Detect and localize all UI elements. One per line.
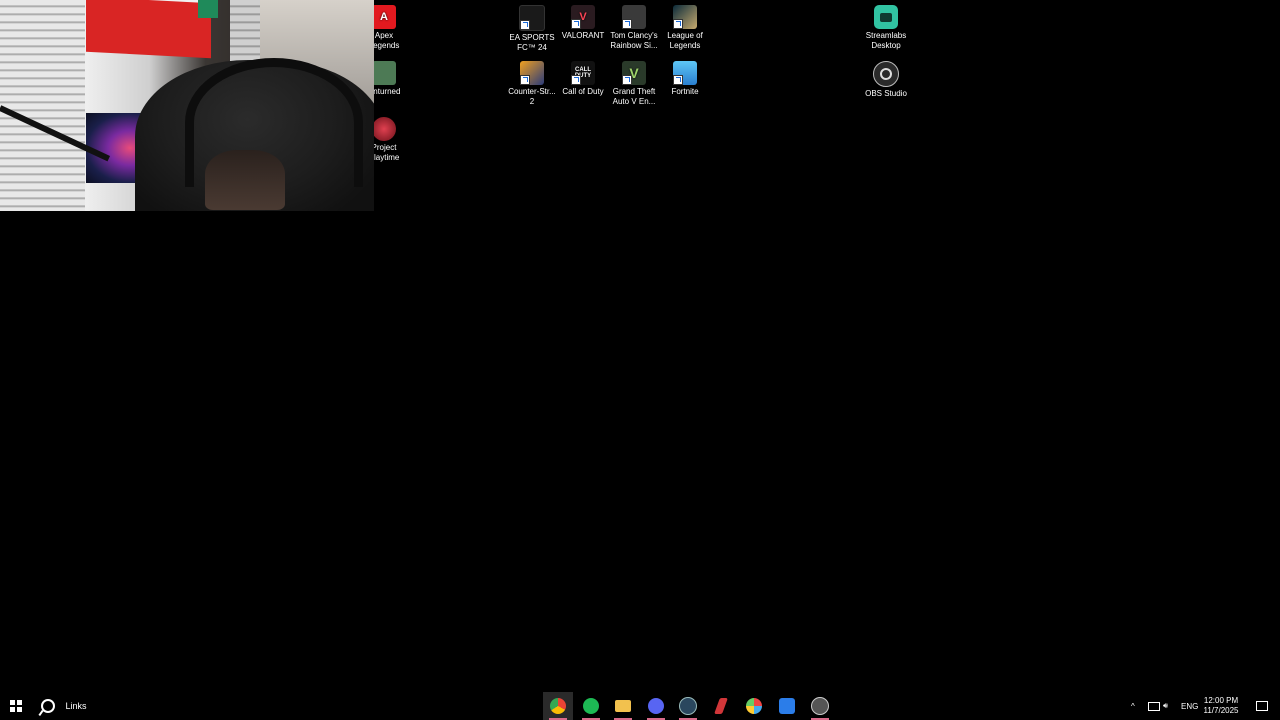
partial-icon-column: A Apex Legends Unturned Project Playtime xyxy=(374,0,414,170)
gta-v-icon: V xyxy=(622,61,646,85)
taskbar-app-spotify[interactable] xyxy=(576,692,606,720)
desktop-icon-league-of-legends[interactable]: League of Legends xyxy=(657,5,713,51)
desktop-icon-unturned[interactable]: Unturned xyxy=(374,61,412,97)
obs-studio-icon xyxy=(873,61,899,87)
window-blinds xyxy=(0,0,85,211)
chrome-icon xyxy=(550,698,566,714)
links-toolbar[interactable]: Links xyxy=(62,692,90,720)
notification-icon xyxy=(1256,701,1268,711)
desktop-icon-call-of-duty[interactable]: CALL DUTY Call of Duty xyxy=(555,61,611,97)
riot-client-icon xyxy=(714,698,728,714)
blue-app-icon xyxy=(779,698,795,714)
desktop-icon-fortnite[interactable]: Fortnite xyxy=(657,61,713,97)
taskbar-app-file-explorer[interactable] xyxy=(608,692,638,720)
desktop-icon-label: Fortnite xyxy=(671,87,699,96)
webcam-overlay xyxy=(0,0,374,211)
flag-stripe-green xyxy=(198,0,218,18)
taskbar-app-riot-client[interactable] xyxy=(706,692,736,720)
desktop-icon-label: Apex Legends xyxy=(374,31,400,50)
discord-icon xyxy=(648,698,664,714)
desktop-icon-label: OBS Studio xyxy=(865,89,907,98)
steam-icon xyxy=(679,697,697,715)
apex-glyph: A xyxy=(380,11,388,23)
taskbar-app-discord[interactable] xyxy=(641,692,671,720)
taskbar-app-chrome[interactable] xyxy=(543,692,573,720)
file-explorer-icon xyxy=(615,700,631,712)
taskbar: Links ^ 🔊︎ ENG 12:00 PM 11/7/2025 xyxy=(0,692,1280,720)
apex-legends-icon: A xyxy=(374,5,396,29)
desktop-icon-label: Project Playtime xyxy=(374,143,400,162)
clock[interactable]: 12:00 PM 11/7/2025 xyxy=(1196,692,1246,720)
desktop-icon-apex-legends[interactable]: A Apex Legends xyxy=(374,5,412,51)
spotify-icon xyxy=(583,698,599,714)
desktop-icon-label: Streamlabs Desktop xyxy=(865,31,907,50)
unturned-icon xyxy=(374,61,396,85)
league-of-legends-icon xyxy=(673,5,697,29)
taskbar-app-blue[interactable] xyxy=(772,692,802,720)
desktop-icon-project-playtime[interactable]: Project Playtime xyxy=(374,117,412,163)
search-icon xyxy=(41,699,55,713)
desktop-icon-rainbow-six[interactable]: Tom Clancy's Rainbow Si... xyxy=(606,5,662,51)
desktop-icon-label: Grand Theft Auto V En... xyxy=(612,87,656,106)
desktop-icon-ea-sports-fc[interactable]: EA SPORTS FC™ 24 xyxy=(504,5,560,53)
valorant-icon: V xyxy=(571,5,595,29)
clock-date: 11/7/2025 xyxy=(1203,706,1239,715)
network-icon xyxy=(1148,701,1160,711)
taskbar-app-steam[interactable] xyxy=(673,692,703,720)
taskbar-app-pinwheel[interactable] xyxy=(739,692,769,720)
speaker-icon: 🔊︎ xyxy=(1163,701,1169,710)
desktop-icon-valorant[interactable]: V VALORANT xyxy=(555,5,611,41)
streamer-face xyxy=(205,150,285,210)
counter-strike-icon xyxy=(520,61,544,85)
links-label: Links xyxy=(65,701,87,711)
windows-logo-icon xyxy=(10,700,22,712)
taskbar-app-obs[interactable] xyxy=(805,692,835,720)
desktop-icon-label: EA SPORTS FC™ 24 xyxy=(509,33,555,52)
tray-network-icon[interactable] xyxy=(1148,692,1160,720)
desktop-icon-obs-studio[interactable]: OBS Studio xyxy=(858,61,914,99)
chevron-up-icon: ^ xyxy=(1131,701,1135,711)
streamlabs-icon xyxy=(874,5,898,29)
start-button[interactable] xyxy=(0,692,32,720)
desktop-icon-counter-strike[interactable]: Counter-Str... 2 xyxy=(504,61,560,107)
rainbow-six-icon xyxy=(622,5,646,29)
ea-sports-fc-icon xyxy=(519,5,545,31)
desktop-icon-label: Counter-Str... 2 xyxy=(508,87,556,106)
desktop-icon-gta-v[interactable]: V Grand Theft Auto V En... xyxy=(606,61,662,107)
desktop-icon-label: League of Legends xyxy=(667,31,703,50)
desktop-icon-streamlabs[interactable]: Streamlabs Desktop xyxy=(858,5,914,51)
pinwheel-app-icon xyxy=(746,698,762,714)
tray-overflow-chevron[interactable]: ^ xyxy=(1131,692,1143,720)
obs-taskbar-icon xyxy=(811,697,829,715)
notification-center-button[interactable] xyxy=(1250,692,1274,720)
desktop-icon-label: Call of Duty xyxy=(562,87,604,96)
tray-volume-icon[interactable]: 🔊︎ xyxy=(1163,692,1177,720)
clock-time: 12:00 PM xyxy=(1203,696,1239,705)
project-playtime-icon xyxy=(374,117,396,141)
desktop-icon-label: VALORANT xyxy=(561,31,605,40)
search-button[interactable] xyxy=(36,692,60,720)
fortnite-icon xyxy=(673,61,697,85)
flag-stripe-red xyxy=(86,0,211,59)
desktop-icon-label: Tom Clancy's Rainbow Si... xyxy=(610,31,658,50)
desktop-icon-label: Unturned xyxy=(374,87,401,96)
call-of-duty-icon: CALL DUTY xyxy=(571,61,595,85)
